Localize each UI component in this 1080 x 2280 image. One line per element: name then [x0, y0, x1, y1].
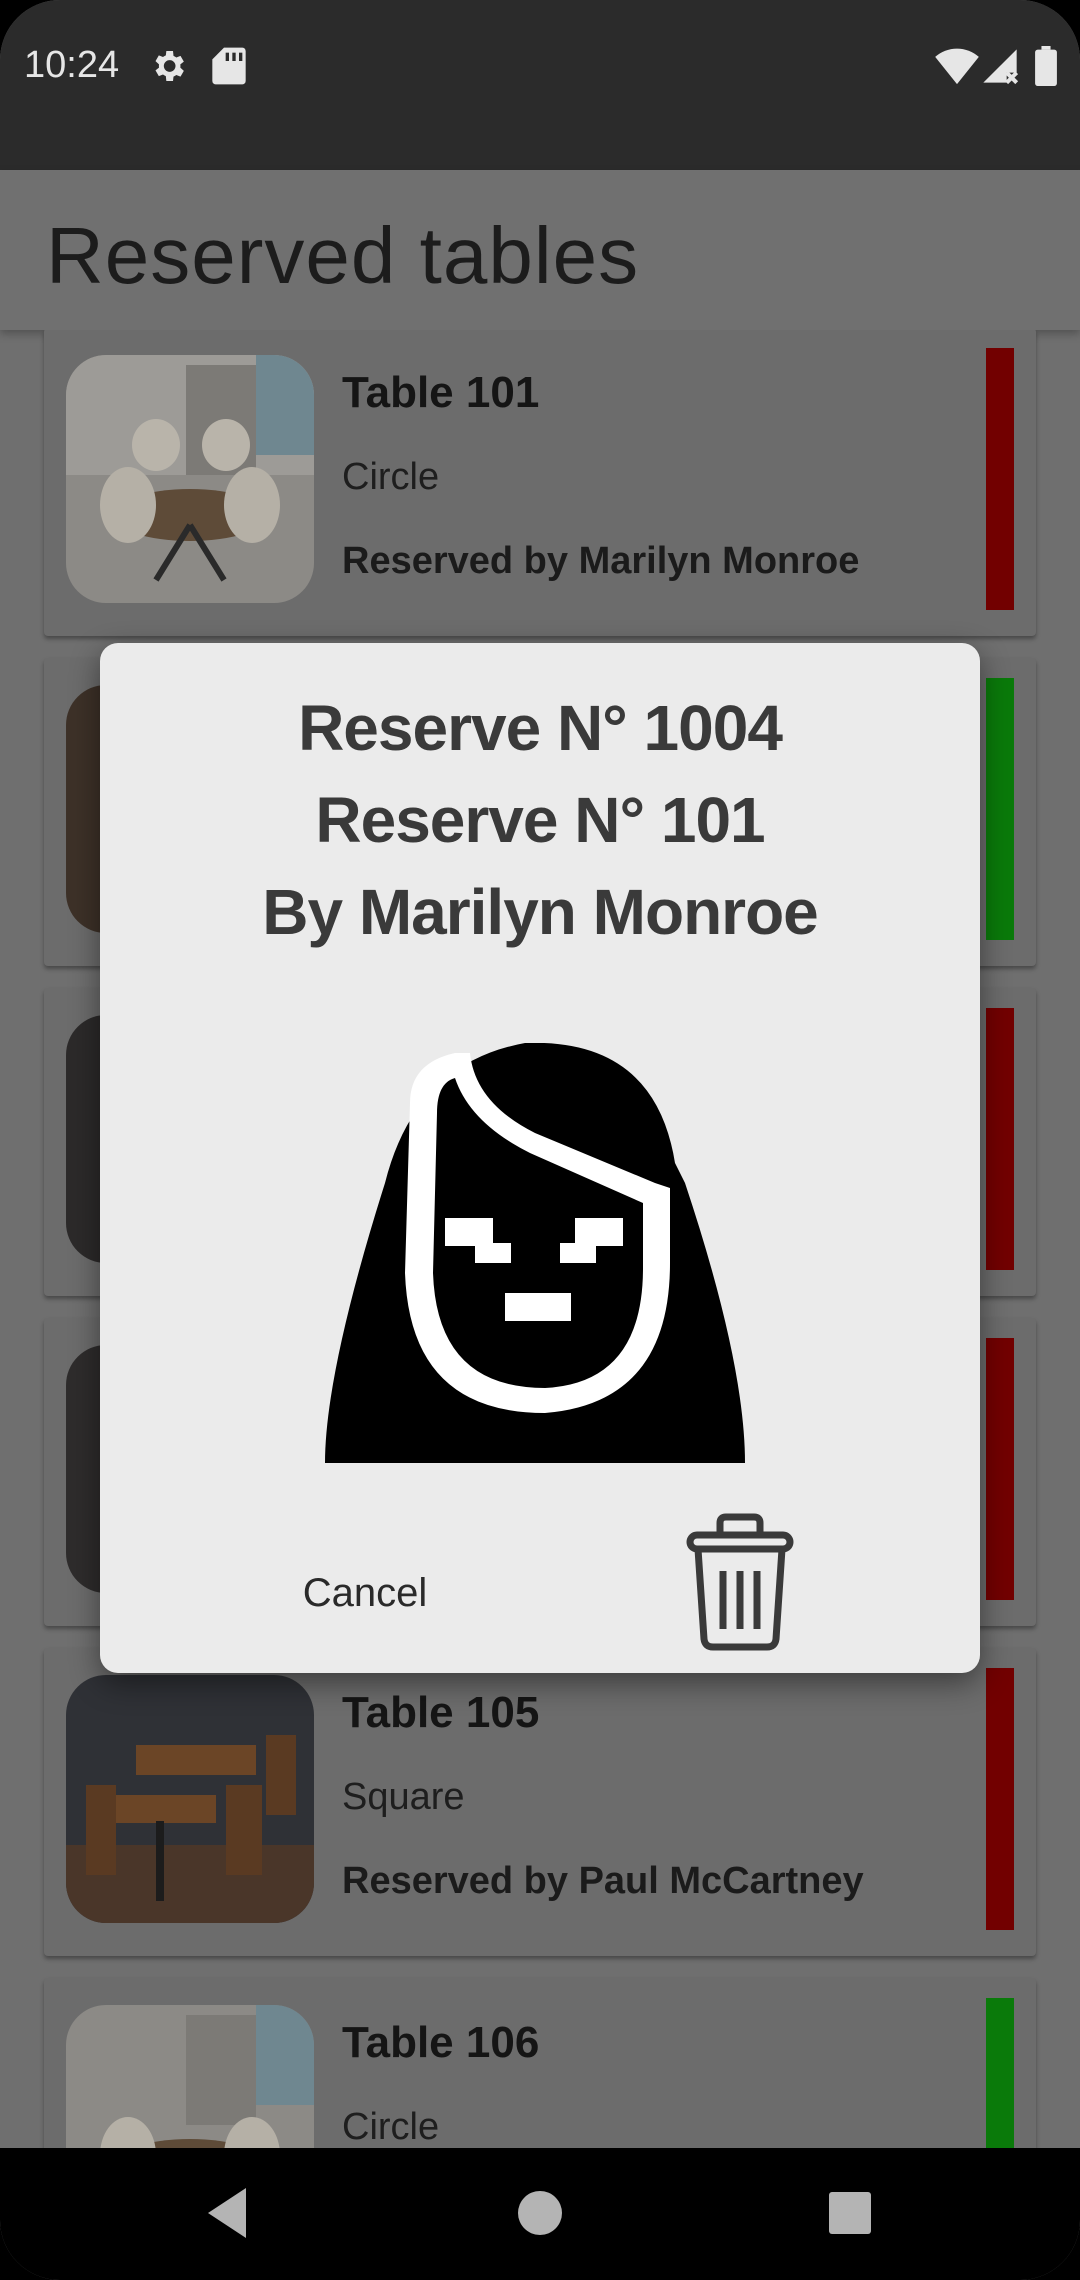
table-status-indicator [986, 1998, 1014, 2148]
table-shape: Square [342, 1776, 465, 1818]
trash-icon[interactable] [680, 1513, 800, 1653]
woman-avatar-icon [325, 1043, 745, 1463]
table-status-indicator [986, 1008, 1014, 1270]
page-title: Reserved tables [46, 211, 640, 300]
app-bar: Reserved tables [0, 170, 1080, 330]
table-photo [66, 2005, 314, 2148]
table-status-indicator [986, 1668, 1014, 1930]
table-title: Table 106 [342, 2018, 540, 2067]
table-status-indicator [986, 1338, 1014, 1600]
navigation-bar [0, 2148, 1080, 2280]
table-card[interactable]: Table 101 Circle Reserved by Marilyn Mon… [44, 330, 1036, 636]
reservation-dialog: Reserve N° 1004 Reserve N° 101 By Marily… [100, 643, 980, 1673]
table-photo [66, 355, 314, 603]
table-shape: Circle [342, 456, 440, 498]
table-reserved-by: Reserved by Paul McCartney [342, 1860, 864, 1902]
recents-icon[interactable] [815, 2178, 885, 2248]
table-title: Table 101 [342, 368, 540, 417]
settings-icon [155, 51, 184, 81]
table-card[interactable]: Table 105 Square Reserved by Paul McCart… [44, 1648, 1036, 1956]
status-time: 10:24 [24, 44, 120, 86]
sd-card-icon [212, 47, 246, 85]
battery-icon [1035, 46, 1057, 86]
screen: 10:24 Reserved tables Table 101 Circle R… [0, 0, 1080, 2280]
table-photo [66, 1675, 314, 1923]
home-icon[interactable] [505, 2178, 575, 2248]
table-reserved-by: Reserved by Marilyn Monroe [342, 540, 860, 582]
back-icon[interactable] [190, 2178, 260, 2248]
dialog-reserve-number: Reserve N° 1004 [298, 692, 783, 764]
dialog-table-number: Reserve N° 101 [315, 784, 765, 856]
table-title: Table 105 [342, 1688, 540, 1737]
cancel-button[interactable]: Cancel [250, 1543, 480, 1643]
dialog-customer-name: By Marilyn Monroe [262, 876, 819, 948]
table-status-indicator [986, 678, 1014, 940]
table-status-indicator [986, 348, 1014, 610]
table-card[interactable]: Table 106 Circle [44, 1978, 1036, 2148]
table-shape: Circle [342, 2106, 440, 2148]
wifi-icon [935, 48, 979, 85]
status-bar: 10:24 [0, 0, 1080, 170]
signal-icon [983, 49, 1019, 85]
